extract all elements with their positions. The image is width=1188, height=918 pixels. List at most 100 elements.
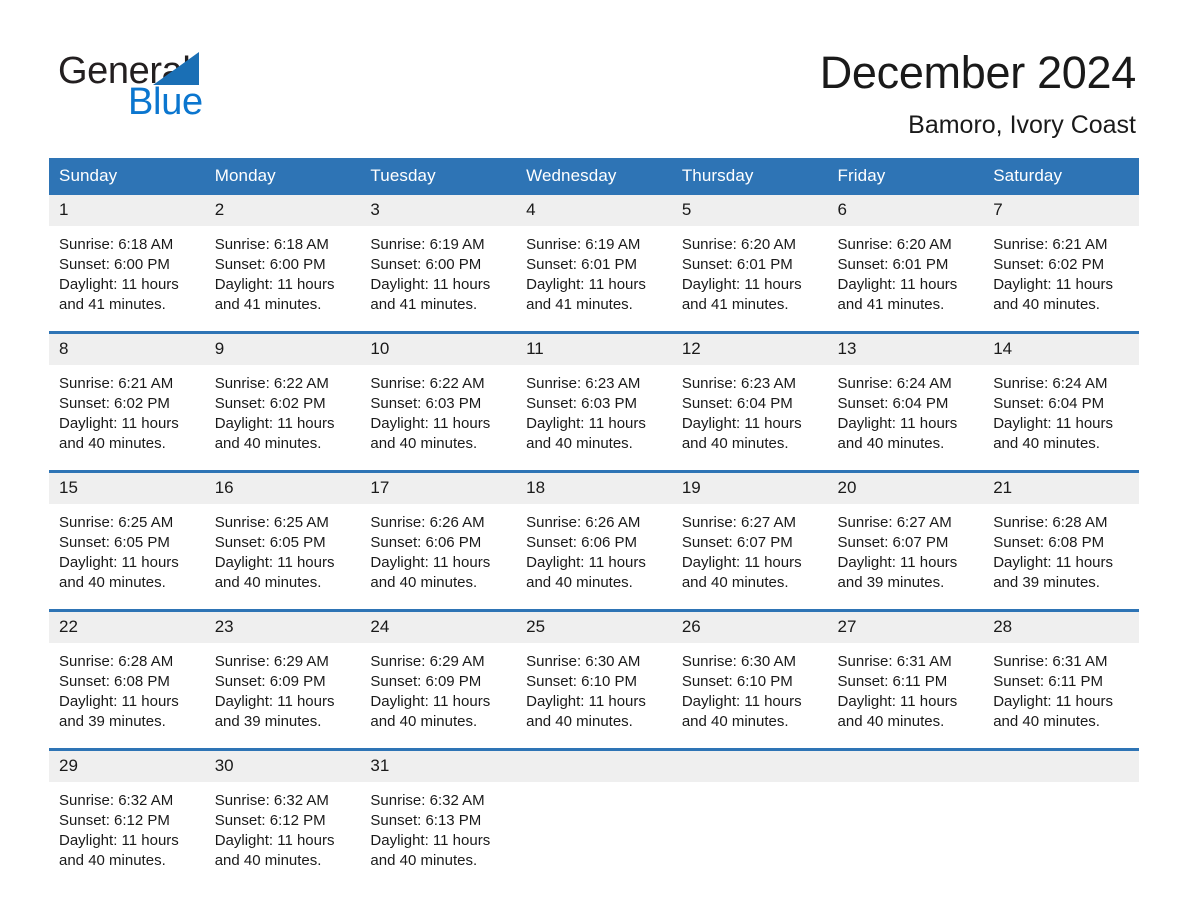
day-details: Sunrise: 6:29 AM Sunset: 6:09 PM Dayligh…	[205, 643, 361, 748]
daylight-text-line1: Daylight: 11 hours	[370, 415, 491, 432]
daylight-text-line1: Daylight: 11 hours	[681, 554, 802, 571]
daylight-text-line2: and 40 minutes.	[59, 852, 166, 869]
sunrise-text: Sunrise: 6:31 AM	[837, 653, 952, 670]
day-cell[interactable]: 24 Sunrise: 6:29 AM Sunset: 6:09 PM Dayl…	[360, 609, 517, 750]
daylight-text-line2: and 40 minutes.	[59, 435, 166, 452]
daylight-text-line2: and 40 minutes.	[837, 435, 945, 452]
sunset-text: Sunset: 6:11 PM	[993, 673, 1104, 690]
sunset-text: Sunset: 6:07 PM	[681, 534, 793, 551]
day-cell[interactable]: 7 Sunrise: 6:21 AM Sunset: 6:02 PM Dayli…	[983, 195, 1139, 333]
daylight-text-line2: and 41 minutes.	[526, 296, 633, 313]
day-details: Sunrise: 6:18 AM Sunset: 6:00 PM Dayligh…	[49, 226, 205, 331]
day-cell[interactable]: 25 Sunrise: 6:30 AM Sunset: 6:10 PM Dayl…	[516, 609, 672, 750]
day-number: 29	[49, 751, 205, 782]
day-cell-empty	[827, 748, 984, 887]
sunset-text: Sunset: 6:09 PM	[370, 673, 482, 690]
day-cell[interactable]: 23 Sunrise: 6:29 AM Sunset: 6:09 PM Dayl…	[204, 609, 361, 750]
day-number: 18	[516, 473, 672, 504]
daylight-text-line1: Daylight: 11 hours	[370, 832, 491, 849]
day-cell[interactable]: 17 Sunrise: 6:26 AM Sunset: 6:06 PM Dayl…	[360, 470, 517, 611]
page-title: December 2024	[819, 47, 1137, 98]
day-details: Sunrise: 6:27 AM Sunset: 6:07 PM Dayligh…	[828, 504, 984, 609]
day-cell[interactable]: 9 Sunrise: 6:22 AM Sunset: 6:02 PM Dayli…	[204, 331, 361, 472]
day-cell[interactable]: 18 Sunrise: 6:26 AM Sunset: 6:06 PM Dayl…	[516, 470, 672, 611]
calendar-page: General Blue December 2024 Bamoro, Ivory…	[0, 0, 1188, 918]
daylight-text-line2: and 40 minutes.	[526, 435, 633, 452]
day-cell[interactable]: 11 Sunrise: 6:23 AM Sunset: 6:03 PM Dayl…	[516, 331, 672, 472]
day-number: 6	[827, 195, 984, 226]
sunrise-text: Sunrise: 6:18 AM	[59, 236, 174, 253]
day-cell[interactable]: 13 Sunrise: 6:24 AM Sunset: 6:04 PM Dayl…	[827, 331, 984, 472]
daylight-text-line1: Daylight: 11 hours	[214, 693, 335, 710]
sunset-text: Sunset: 6:03 PM	[526, 395, 638, 412]
daylight-text-line1: Daylight: 11 hours	[993, 693, 1114, 710]
week-row: 1 Sunrise: 6:18 AM Sunset: 6:00 PM Dayli…	[49, 195, 1139, 333]
sunrise-text: Sunrise: 6:25 AM	[59, 514, 174, 531]
day-cell[interactable]: 27 Sunrise: 6:31 AM Sunset: 6:11 PM Dayl…	[827, 609, 984, 750]
day-details: Sunrise: 6:32 AM Sunset: 6:12 PM Dayligh…	[49, 782, 205, 887]
daylight-text-line2: and 41 minutes.	[681, 296, 789, 313]
day-cell[interactable]: 3 Sunrise: 6:19 AM Sunset: 6:00 PM Dayli…	[360, 195, 517, 333]
day-cell[interactable]: 19 Sunrise: 6:27 AM Sunset: 6:07 PM Dayl…	[671, 470, 828, 611]
day-cell[interactable]: 15 Sunrise: 6:25 AM Sunset: 6:05 PM Dayl…	[49, 470, 205, 611]
day-cell[interactable]: 12 Sunrise: 6:23 AM Sunset: 6:04 PM Dayl…	[671, 331, 828, 472]
day-number: 22	[49, 612, 205, 643]
day-number	[671, 751, 828, 782]
calendar-table: Sunday Monday Tuesday Wednesday Thursday…	[49, 158, 1139, 887]
day-cell[interactable]: 1 Sunrise: 6:18 AM Sunset: 6:00 PM Dayli…	[49, 195, 205, 333]
day-cell[interactable]: 8 Sunrise: 6:21 AM Sunset: 6:02 PM Dayli…	[49, 331, 205, 472]
day-cell[interactable]: 26 Sunrise: 6:30 AM Sunset: 6:10 PM Dayl…	[671, 609, 828, 750]
daylight-text-line2: and 40 minutes.	[214, 574, 322, 591]
day-cell[interactable]: 22 Sunrise: 6:28 AM Sunset: 6:08 PM Dayl…	[49, 609, 205, 750]
sunset-text: Sunset: 6:03 PM	[370, 395, 482, 412]
sunset-text: Sunset: 6:01 PM	[837, 256, 949, 273]
sunrise-text: Sunrise: 6:26 AM	[370, 514, 485, 531]
sunrise-text: Sunrise: 6:26 AM	[526, 514, 641, 531]
day-cell[interactable]: 20 Sunrise: 6:27 AM Sunset: 6:07 PM Dayl…	[827, 470, 984, 611]
day-cell[interactable]: 14 Sunrise: 6:24 AM Sunset: 6:04 PM Dayl…	[983, 331, 1139, 472]
day-cell[interactable]: 4 Sunrise: 6:19 AM Sunset: 6:01 PM Dayli…	[516, 195, 672, 333]
weekday-header-friday: Friday	[827, 158, 984, 195]
sunset-text: Sunset: 6:13 PM	[370, 812, 482, 829]
day-details: Sunrise: 6:22 AM Sunset: 6:02 PM Dayligh…	[205, 365, 361, 470]
day-cell[interactable]: 5 Sunrise: 6:20 AM Sunset: 6:01 PM Dayli…	[671, 195, 828, 333]
day-cell[interactable]: 2 Sunrise: 6:18 AM Sunset: 6:00 PM Dayli…	[204, 195, 361, 333]
day-cell[interactable]: 10 Sunrise: 6:22 AM Sunset: 6:03 PM Dayl…	[360, 331, 517, 472]
daylight-text-line1: Daylight: 11 hours	[214, 554, 335, 571]
daylight-text-line1: Daylight: 11 hours	[837, 693, 958, 710]
day-details: Sunrise: 6:24 AM Sunset: 6:04 PM Dayligh…	[983, 365, 1139, 470]
day-number: 27	[827, 612, 984, 643]
day-number: 7	[983, 195, 1139, 226]
day-cell[interactable]: 29 Sunrise: 6:32 AM Sunset: 6:12 PM Dayl…	[49, 748, 205, 887]
day-number: 9	[204, 334, 361, 365]
daylight-text-line1: Daylight: 11 hours	[681, 415, 802, 432]
sunset-text: Sunset: 6:05 PM	[59, 534, 170, 551]
day-number: 15	[49, 473, 205, 504]
day-number: 31	[360, 751, 517, 782]
sunset-text: Sunset: 6:06 PM	[370, 534, 482, 551]
daylight-text-line1: Daylight: 11 hours	[993, 276, 1114, 293]
week-row: 8 Sunrise: 6:21 AM Sunset: 6:02 PM Dayli…	[49, 331, 1139, 472]
sunrise-text: Sunrise: 6:19 AM	[370, 236, 485, 253]
day-details: Sunrise: 6:20 AM Sunset: 6:01 PM Dayligh…	[672, 226, 828, 331]
sunrise-text: Sunrise: 6:32 AM	[214, 792, 329, 809]
day-cell[interactable]: 31 Sunrise: 6:32 AM Sunset: 6:13 PM Dayl…	[360, 748, 517, 887]
sunrise-text: Sunrise: 6:29 AM	[214, 653, 329, 670]
sunset-text: Sunset: 6:12 PM	[214, 812, 326, 829]
day-number: 14	[983, 334, 1139, 365]
day-cell[interactable]: 21 Sunrise: 6:28 AM Sunset: 6:08 PM Dayl…	[983, 470, 1139, 611]
day-cell[interactable]: 28 Sunrise: 6:31 AM Sunset: 6:11 PM Dayl…	[983, 609, 1139, 750]
day-number: 10	[360, 334, 517, 365]
day-cell[interactable]: 16 Sunrise: 6:25 AM Sunset: 6:05 PM Dayl…	[204, 470, 361, 611]
day-cell[interactable]: 6 Sunrise: 6:20 AM Sunset: 6:01 PM Dayli…	[827, 195, 984, 333]
sunset-text: Sunset: 6:00 PM	[214, 256, 326, 273]
daylight-text-line1: Daylight: 11 hours	[837, 276, 958, 293]
daylight-text-line1: Daylight: 11 hours	[837, 415, 958, 432]
daylight-text-line1: Daylight: 11 hours	[214, 415, 335, 432]
day-cell[interactable]: 30 Sunrise: 6:32 AM Sunset: 6:12 PM Dayl…	[204, 748, 361, 887]
sunrise-text: Sunrise: 6:30 AM	[681, 653, 797, 670]
daylight-text-line1: Daylight: 11 hours	[370, 276, 491, 293]
daylight-text-line2: and 40 minutes.	[370, 574, 478, 591]
daylight-text-line2: and 40 minutes.	[59, 574, 166, 591]
day-number: 24	[360, 612, 517, 643]
